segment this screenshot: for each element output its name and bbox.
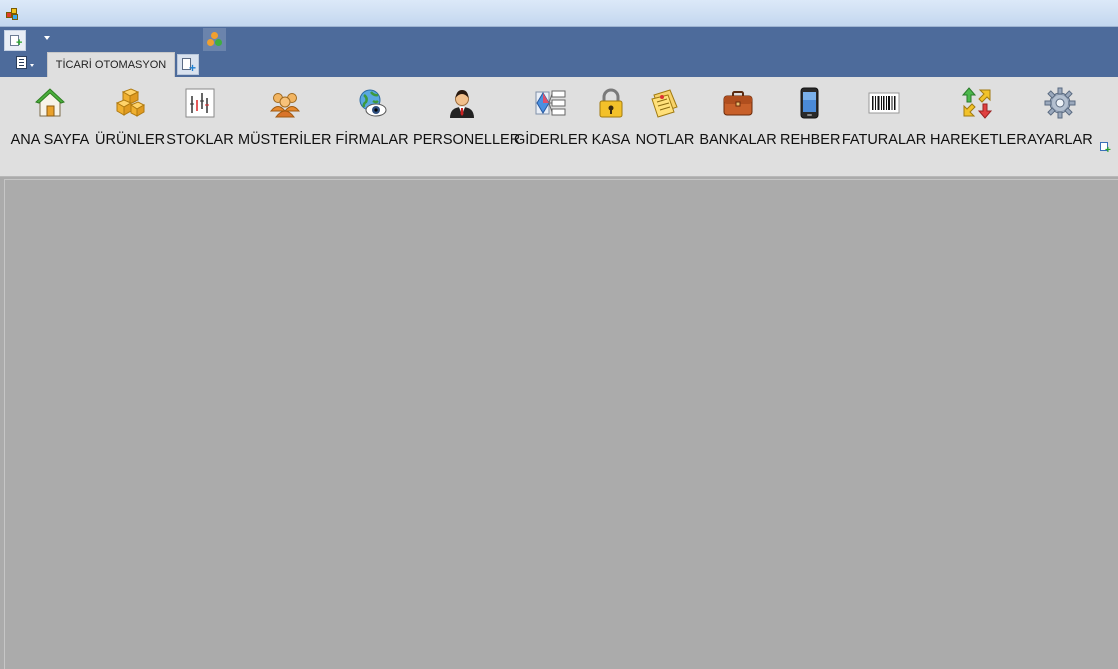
- personeller-button[interactable]: PERSONELLER: [413, 87, 521, 153]
- users-icon: [269, 93, 300, 118]
- home-icon: [35, 88, 65, 117]
- bankalar-label: BANKALAR: [699, 132, 777, 148]
- urunler-button[interactable]: ÜRÜNLER: [95, 87, 166, 153]
- kasa-label: KASA: [591, 132, 631, 148]
- add-page-icon[interactable]: +: [177, 54, 199, 75]
- musteriler-button[interactable]: MÜSTERİLER: [238, 87, 331, 153]
- briefcase-icon: [723, 91, 753, 116]
- gear-icon: [1044, 87, 1076, 119]
- bankalar-button[interactable]: BANKALAR: [698, 87, 778, 153]
- hareketler-button[interactable]: HAREKETLER: [930, 87, 1027, 153]
- new-document-icon[interactable]: +: [4, 30, 26, 51]
- dropdown-arrow-icon[interactable]: [44, 36, 50, 40]
- barcode-icon: [868, 92, 900, 114]
- firmalar-button[interactable]: FİRMALAR: [334, 87, 410, 153]
- title-bar: [0, 0, 1118, 27]
- hareketler-label: HAREKETLER: [930, 132, 1027, 148]
- arrows-icon: [961, 87, 993, 119]
- application-menu-icon[interactable]: [6, 53, 38, 75]
- person-icon: [450, 90, 474, 118]
- stoklar-button[interactable]: STOKLAR: [166, 87, 234, 153]
- ayarlar-button[interactable]: AYARLAR: [1026, 87, 1094, 153]
- boxes-icon: [115, 88, 145, 117]
- notlar-label: NOTLAR: [635, 132, 695, 148]
- mdi-workspace: [4, 179, 1118, 669]
- stoklar-label: STOKLAR: [166, 132, 234, 148]
- diagram-icon: [535, 90, 565, 116]
- app-logo-icon[interactable]: [6, 8, 18, 20]
- notlar-button[interactable]: NOTLAR: [635, 87, 695, 153]
- kasa-button[interactable]: KASA: [590, 87, 632, 153]
- notes-icon: [651, 89, 678, 118]
- faturalar-button[interactable]: FATURALAR: [841, 87, 927, 153]
- phone-icon: [800, 87, 819, 119]
- firmalar-label: FİRMALAR: [335, 132, 409, 148]
- ana-sayfa-button[interactable]: ANA SAYFA: [8, 87, 92, 153]
- rehber-button[interactable]: REHBER: [780, 87, 841, 153]
- rehber-label: REHBER: [780, 132, 841, 148]
- colored-dots-icon[interactable]: [203, 28, 226, 51]
- chart-bars-icon: [185, 88, 215, 118]
- musteriler-label: MÜSTERİLER: [238, 132, 332, 148]
- giderler-button[interactable]: GİDERLER: [514, 87, 589, 153]
- ribbon-header: + TİCARİ OTOMASYON +: [0, 27, 1118, 77]
- ribbon-body: ANA SAYFA ÜRÜNLER STOKLAR MÜSTERİLER FİR…: [0, 77, 1118, 177]
- faturalar-label: FATURALAR: [841, 132, 927, 148]
- ayarlar-label: AYARLAR: [1027, 132, 1093, 148]
- tab-ticari-otomasyon[interactable]: TİCARİ OTOMASYON: [47, 52, 175, 77]
- urunler-label: ÜRÜNLER: [95, 132, 166, 148]
- personeller-label: PERSONELLER: [413, 132, 521, 148]
- lock-icon: [599, 88, 623, 118]
- giderler-label: GİDERLER: [514, 132, 589, 148]
- add-page-icon[interactable]: +: [1098, 141, 1112, 156]
- globe-eye-icon: [359, 89, 387, 117]
- ana-sayfa-label: ANA SAYFA: [10, 132, 90, 148]
